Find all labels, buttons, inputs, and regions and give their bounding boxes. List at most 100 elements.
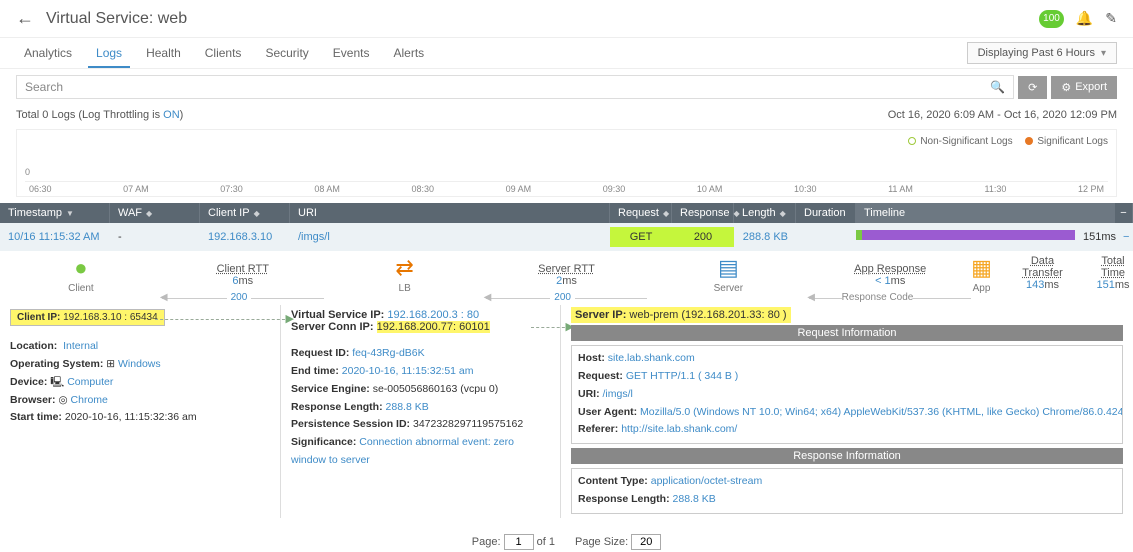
resplen-k: Response Length: — [291, 401, 383, 413]
axis-x-tick: 07 AM — [123, 184, 149, 194]
row-clientip[interactable]: 192.168.3.10 — [208, 231, 272, 243]
rtt-unit: ms — [1115, 279, 1130, 291]
th-label: WAF — [118, 207, 142, 219]
refresh-button[interactable]: ⟳ — [1018, 76, 1047, 99]
axis-x-tick: 11:30 — [985, 184, 1007, 194]
tab-health[interactable]: Health — [138, 38, 189, 68]
edit-icon[interactable]: ✎ — [1105, 10, 1117, 27]
th-timestamp[interactable]: Timestamp▼ — [0, 203, 110, 223]
server-rtt-label: Server RTT — [486, 263, 648, 275]
pagesize-input[interactable] — [631, 534, 661, 550]
collapse-row-icon[interactable]: − — [1115, 227, 1133, 247]
server-label: Server — [647, 283, 809, 294]
page-title: Virtual Service: web — [46, 10, 187, 28]
th-waf[interactable]: WAF◆ — [110, 203, 200, 223]
app-resp-label: App Response — [809, 263, 971, 275]
bell-icon[interactable]: 🔔 — [1076, 10, 1093, 27]
total-tail: ) — [180, 109, 184, 121]
arrow-response-code: Response Code — [842, 292, 914, 303]
back-arrow[interactable]: ← — [16, 8, 34, 29]
search-input[interactable]: Search 🔍 — [16, 75, 1014, 99]
legend-ns: Non-Significant Logs — [920, 136, 1012, 147]
server-ip-box: Server IP: web-prem (192.168.201.33: 80 … — [571, 307, 791, 323]
th-length[interactable]: Length◆ — [734, 203, 796, 223]
axis-x-tick: 10:30 — [794, 184, 817, 194]
psid-v: 3472328297119575162 — [413, 418, 523, 430]
lb-label: LB — [324, 283, 486, 294]
tab-alerts[interactable]: Alerts — [385, 38, 432, 68]
ct-k: Content Type: — [578, 475, 648, 487]
th-clientip[interactable]: Client IP◆ — [200, 203, 290, 223]
refresh-icon: ⟳ — [1028, 81, 1037, 94]
health-badge[interactable]: 100 — [1039, 10, 1064, 28]
row-method: GET — [610, 227, 672, 247]
search-icon[interactable]: 🔍 — [990, 80, 1005, 94]
row-timestamp[interactable]: 10/16 11:15:32 AM — [8, 231, 100, 243]
th-expand[interactable]: − — [1115, 203, 1133, 223]
endtime-v[interactable]: 2020-10-16, 11:15:32:51 am — [342, 365, 474, 377]
log-timeline-chart[interactable]: Non-Significant Logs Significant Logs 0 … — [16, 129, 1117, 197]
ct-v[interactable]: application/octet-stream — [651, 475, 762, 487]
ref-v[interactable]: http://site.lab.shank.com/ — [621, 423, 737, 435]
client-ip-box: Client IP: 192.168.3.10 : 65434 — [10, 309, 165, 326]
row-uri[interactable]: /imgs/l — [298, 231, 330, 243]
vs-ip-v[interactable]: 192.168.200.3 : 80 — [387, 309, 479, 321]
reqid-k: Request ID: — [291, 347, 349, 359]
req-uri-v[interactable]: /imgs/l — [603, 388, 633, 400]
tab-logs[interactable]: Logs — [88, 38, 130, 68]
tab-security[interactable]: Security — [257, 38, 316, 68]
pagesize-k: Page Size: — [575, 536, 628, 548]
location-v[interactable]: Internal — [63, 340, 98, 352]
resp-len-v[interactable]: 288.8 KB — [673, 493, 716, 505]
row-timeline-bar — [856, 230, 1075, 240]
log-row[interactable]: 10/16 11:15:32 AM - 192.168.3.10 /imgs/l… — [0, 223, 1133, 251]
th-label: URI — [298, 207, 317, 219]
th-response[interactable]: Response◆ — [672, 203, 734, 223]
throttle-link[interactable]: ON — [163, 109, 180, 121]
page-control: Page: of 1 — [472, 534, 555, 550]
resp-len-k: Response Length: — [578, 493, 670, 505]
th-request[interactable]: Request◆ — [610, 203, 672, 223]
os-v[interactable]: Windows — [118, 358, 161, 370]
tab-clients[interactable]: Clients — [197, 38, 250, 68]
th-label: Timeline — [864, 207, 905, 219]
time-range-dropdown[interactable]: Displaying Past 6 Hours ▾ — [967, 42, 1117, 64]
axis-x-tick: 11 AM — [888, 184, 913, 194]
sort-icon: ◆ — [663, 209, 669, 218]
host-v[interactable]: site.lab.shank.com — [608, 352, 695, 364]
se-v: se-005056860163 (vcpu 0) — [373, 383, 499, 395]
app-label: App — [971, 283, 992, 294]
location-k: Location: — [10, 340, 57, 352]
client-label: Client — [0, 283, 162, 294]
page-k: Page: — [472, 536, 501, 548]
browser-v[interactable]: Chrome — [71, 394, 108, 406]
resplen-v[interactable]: 288.8 KB — [386, 401, 429, 413]
axis-x-tick: 09:30 — [603, 184, 626, 194]
row-length[interactable]: 288.8 KB — [743, 231, 788, 243]
th-uri[interactable]: URI — [290, 203, 610, 223]
row-duration: 151ms — [1075, 227, 1115, 247]
tab-events[interactable]: Events — [325, 38, 378, 68]
search-placeholder: Search — [25, 80, 63, 94]
page-input[interactable] — [504, 534, 534, 550]
chevron-down-icon: ▾ — [1101, 48, 1106, 59]
endtime-k: End time: — [291, 365, 339, 377]
total-post: Logs (Log Throttling is — [48, 109, 163, 121]
th-duration[interactable]: Duration — [796, 203, 856, 223]
req-v[interactable]: GET HTTP/1.1 ( 344 B ) — [626, 370, 738, 382]
axis-x-tick: 09 AM — [506, 184, 532, 194]
response-info-panel: Content Type: application/octet-stream R… — [571, 468, 1123, 514]
reqid-v[interactable]: feq-43Rg-dB6K — [352, 347, 424, 359]
ua-v[interactable]: Mozilla/5.0 (Windows NT 10.0; Win64; x64… — [640, 406, 1123, 418]
row-waf: - — [110, 227, 200, 247]
req-k: Request: — [578, 370, 623, 382]
tab-analytics[interactable]: Analytics — [16, 38, 80, 68]
conn-ip-k: Server Conn IP: — [291, 321, 377, 333]
export-button[interactable]: ⚙ Export — [1051, 76, 1117, 99]
th-timeline[interactable]: Timeline — [856, 203, 1115, 223]
data-transfer-label: Data Transfer — [1016, 255, 1069, 279]
request-info-header: Request Information — [571, 325, 1123, 341]
time-window: Oct 16, 2020 6:09 AM - Oct 16, 2020 12:0… — [888, 109, 1117, 121]
device-v[interactable]: Computer — [67, 376, 113, 388]
lb-icon: ⇄ — [324, 255, 486, 281]
